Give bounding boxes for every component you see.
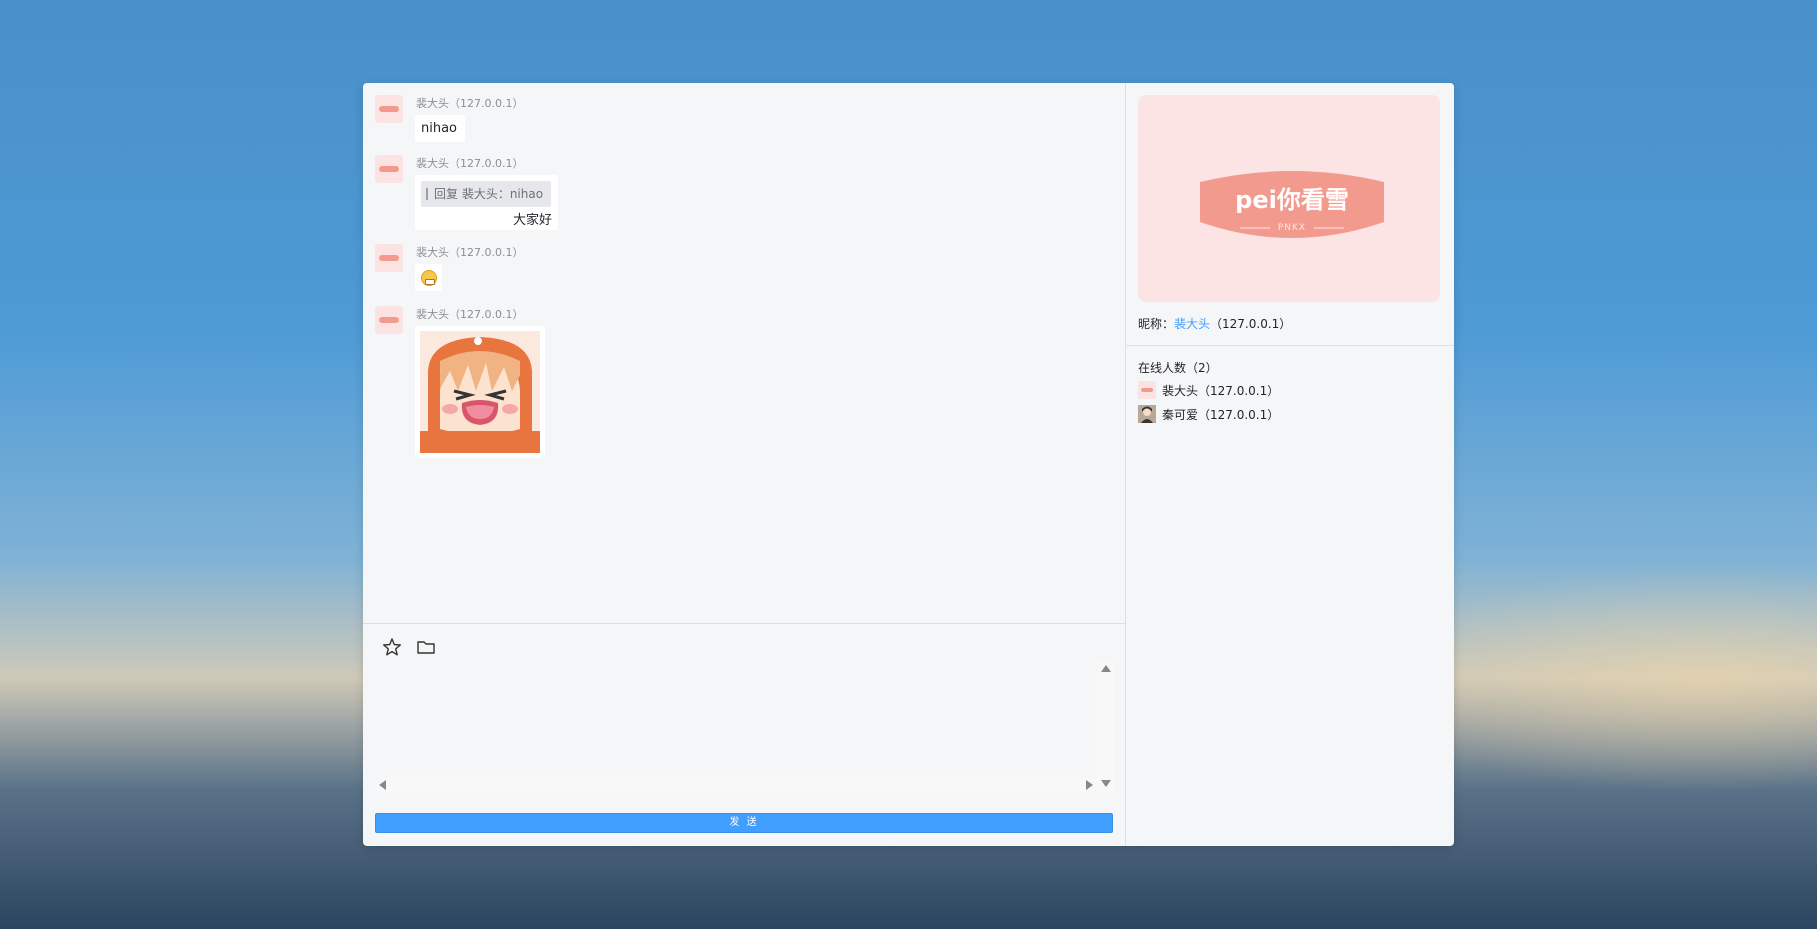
- message-ip: （127.0.0.1）: [449, 246, 524, 259]
- message-meta: 裴大头（127.0.0.1）: [416, 306, 523, 322]
- nickname-label: 昵称：: [1138, 317, 1175, 331]
- banner-title: pei你看雪: [1235, 186, 1349, 214]
- chat-panel: 裴大头（127.0.0.1） nihao 裴大头（127.0.0.1） 回复 裴…: [363, 83, 1125, 846]
- scroll-left-arrow[interactable]: [379, 780, 386, 790]
- horizontal-scrollbar[interactable]: [375, 777, 1097, 792]
- nickname-ip: （127.0.0.1）: [1210, 317, 1292, 331]
- message-sender: 裴大头: [416, 246, 449, 259]
- avatar: [1138, 381, 1156, 399]
- send-button[interactable]: 发 送: [375, 813, 1113, 833]
- avatar[interactable]: [375, 306, 403, 334]
- online-user-name: 裴大头（127.0.0.1）: [1162, 384, 1280, 398]
- profile-sidebar: pei你看雪 PNKX 昵称：裴大头（127.0.0.1） 在线人数（2） 裴大…: [1126, 83, 1454, 846]
- chat-window: 裴大头（127.0.0.1） nihao 裴大头（127.0.0.1） 回复 裴…: [363, 83, 1454, 846]
- star-icon[interactable]: [381, 636, 403, 658]
- scroll-down-arrow[interactable]: [1101, 780, 1111, 787]
- message-item: 裴大头（127.0.0.1）: [375, 306, 575, 466]
- message-text: 大家好: [512, 213, 552, 228]
- profile-banner: pei你看雪 PNKX: [1138, 95, 1440, 302]
- message-bubble[interactable]: 回复 裴大头：nihao 大家好: [415, 175, 558, 230]
- avatar[interactable]: [375, 244, 403, 272]
- avatar[interactable]: [375, 95, 403, 123]
- sidebar-divider: [1126, 345, 1454, 346]
- message-bubble[interactable]: [415, 326, 545, 458]
- banner-subtitle: PNKX: [1277, 223, 1307, 233]
- message-item: 裴大头（127.0.0.1）: [375, 244, 575, 294]
- nickname-row: 昵称：裴大头（127.0.0.1）: [1138, 315, 1291, 332]
- avatar[interactable]: [375, 155, 403, 183]
- message-ip: （127.0.0.1）: [449, 308, 524, 321]
- nickname-link[interactable]: 裴大头: [1174, 317, 1210, 331]
- message-ip: （127.0.0.1）: [449, 97, 524, 110]
- message-meta: 裴大头（127.0.0.1）: [416, 155, 523, 171]
- message-bubble[interactable]: nihao: [415, 115, 466, 142]
- avatar: [1138, 405, 1156, 423]
- grinning-face-emoji: [420, 269, 437, 286]
- message-sender: 裴大头: [416, 308, 449, 321]
- message-ip: （127.0.0.1）: [449, 157, 524, 170]
- message-sender: 裴大头: [416, 97, 449, 110]
- anime-sticker-image[interactable]: [420, 331, 540, 453]
- message-text: nihao: [421, 121, 458, 136]
- folder-icon[interactable]: [415, 636, 437, 658]
- vertical-scrollbar[interactable]: [1097, 660, 1114, 792]
- online-count: 在线人数（2）: [1138, 361, 1218, 375]
- message-item: 裴大头（127.0.0.1） nihao: [375, 95, 575, 145]
- reply-quote: 回复 裴大头：nihao: [421, 181, 551, 207]
- message-bubble[interactable]: [415, 264, 442, 291]
- online-user-name: 秦可爱（127.0.0.1）: [1162, 408, 1280, 422]
- message-input[interactable]: [375, 660, 1097, 777]
- scroll-up-arrow[interactable]: [1101, 665, 1111, 672]
- reply-quote-text: 回复 裴大头：nihao: [434, 187, 544, 201]
- message-input-area: [375, 660, 1114, 792]
- message-meta: 裴大头（127.0.0.1）: [416, 95, 523, 111]
- message-sender: 裴大头: [416, 157, 449, 170]
- input-divider: [363, 623, 1125, 624]
- scroll-right-arrow[interactable]: [1086, 780, 1093, 790]
- message-list: 裴大头（127.0.0.1） nihao 裴大头（127.0.0.1） 回复 裴…: [363, 83, 1125, 623]
- message-meta: 裴大头（127.0.0.1）: [416, 244, 523, 260]
